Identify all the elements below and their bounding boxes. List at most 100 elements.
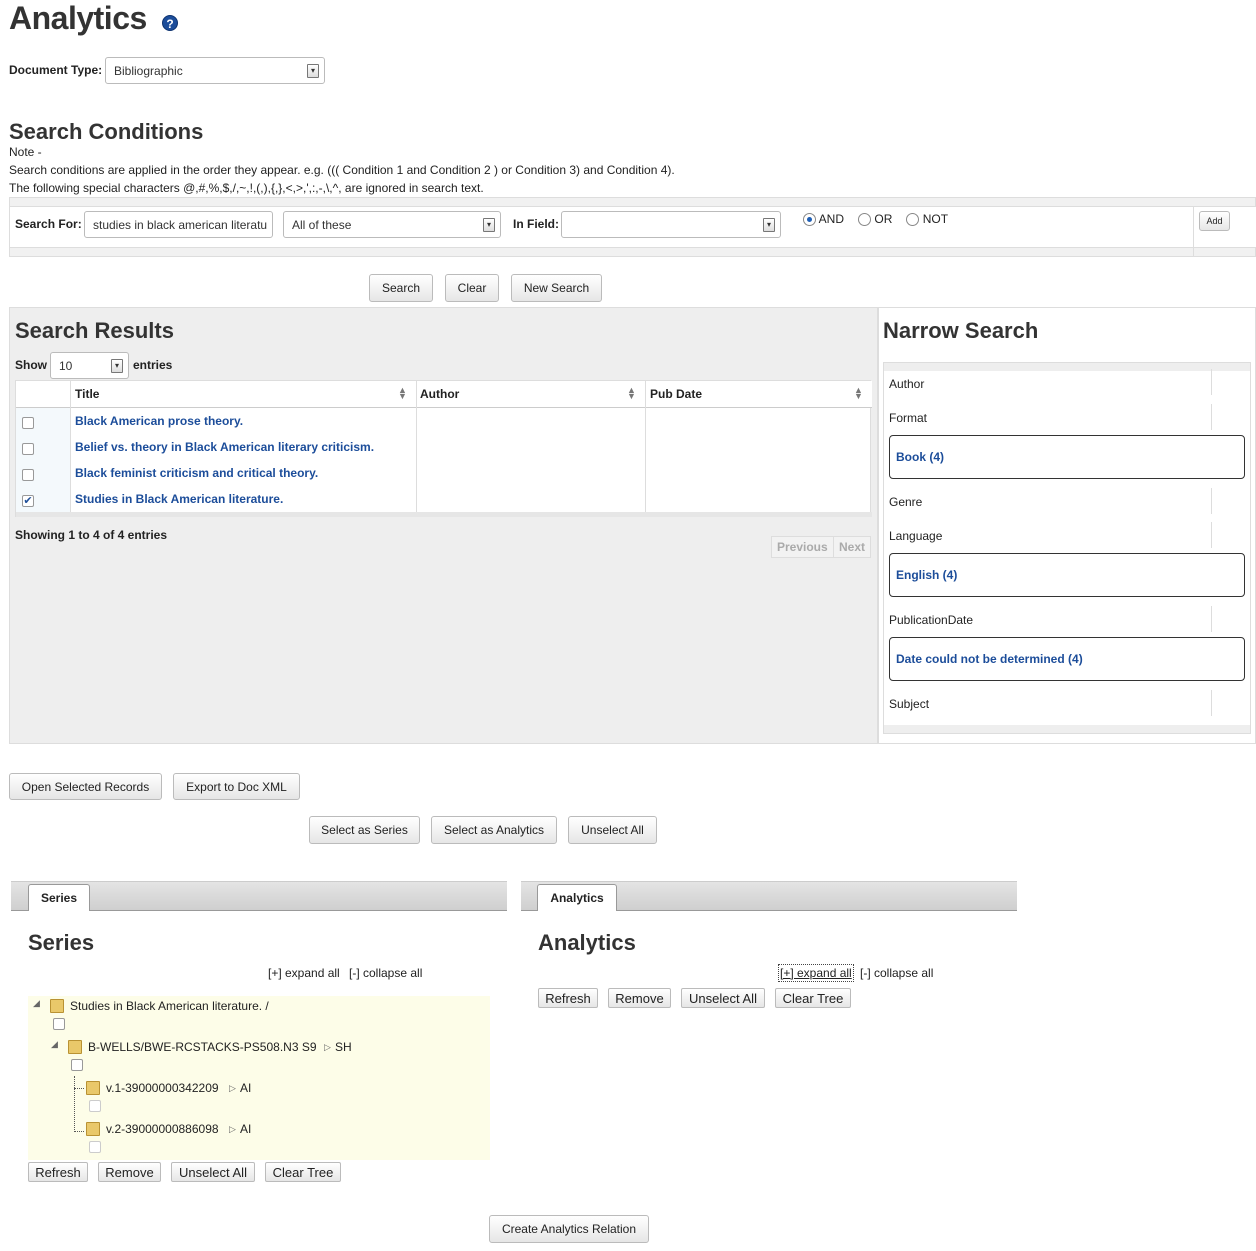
facet-format-book[interactable]: Book (4) (889, 435, 1245, 479)
chevron-down-icon: ▾ (483, 217, 495, 232)
analytics-remove-button[interactable]: Remove (608, 988, 671, 1008)
operator-or[interactable]: OR (858, 212, 892, 227)
radio-not[interactable] (906, 213, 920, 227)
row-checkbox-checked[interactable]: ✔ (22, 495, 34, 507)
sort-icon[interactable]: ▲ ▼ (854, 386, 863, 401)
chevron-down-icon: ▾ (763, 217, 775, 232)
operator-not[interactable]: NOT (906, 212, 948, 227)
tree-checkbox[interactable] (89, 1141, 101, 1153)
facet-subject[interactable]: Subject (889, 697, 929, 711)
unselect-all-button[interactable]: Unselect All (568, 816, 657, 844)
analytics-refresh-button[interactable]: Refresh (538, 988, 598, 1008)
series-heading: Series (28, 930, 95, 955)
divider (416, 381, 417, 512)
series-clear-tree-button[interactable]: Clear Tree (265, 1162, 341, 1182)
facet-publication-date[interactable]: PublicationDate (889, 613, 973, 627)
result-title-link[interactable]: Studies in Black American literature. (75, 492, 283, 506)
new-search-button[interactable]: New Search (511, 274, 602, 302)
document-type-label: Document Type: (9, 63, 103, 77)
analytics-clear-tree-button[interactable]: Clear Tree (775, 988, 851, 1008)
series-collapse-all[interactable]: [-] collapse all (349, 966, 422, 980)
divider (1193, 206, 1194, 256)
triangle-right-icon: ▷ (324, 1042, 331, 1052)
in-field-select[interactable]: ▾ (561, 211, 781, 238)
page-title: Analytics (9, 0, 147, 36)
previous-button[interactable]: Previous (777, 540, 828, 554)
create-analytics-relation-button[interactable]: Create Analytics Relation (489, 1215, 649, 1243)
triangle-right-icon: ▷ (229, 1083, 236, 1093)
search-conditions-heading: Search Conditions (9, 119, 204, 144)
radio-and[interactable] (803, 213, 816, 227)
operator-and-label: AND (818, 212, 845, 226)
series-remove-button[interactable]: Remove (98, 1162, 161, 1182)
page-size-select[interactable]: 10 ▾ (50, 352, 129, 379)
chevron-down-icon: ▾ (111, 358, 123, 373)
result-title-link[interactable]: Black American prose theory. (75, 414, 243, 428)
divider (1211, 522, 1212, 548)
page-size-value: 10 (59, 358, 73, 373)
divider (1211, 606, 1212, 632)
facet-language[interactable]: Language (889, 529, 942, 543)
series-refresh-button[interactable]: Refresh (28, 1162, 88, 1182)
facet-language-english[interactable]: English (4) (889, 553, 1245, 597)
divider (1211, 369, 1212, 395)
radio-or[interactable] (858, 213, 872, 227)
narrow-search-heading: Narrow Search (883, 318, 1039, 343)
export-doc-xml-button[interactable]: Export to Doc XML (173, 773, 300, 800)
folder-icon (86, 1122, 100, 1136)
next-button[interactable]: Next (839, 540, 865, 554)
tree-root-label[interactable]: Studies in Black American literature. / (70, 999, 269, 1013)
sort-icon[interactable]: ▲ ▼ (398, 386, 407, 401)
tab-analytics[interactable]: Analytics (537, 884, 617, 911)
sort-icon[interactable]: ▲ ▼ (627, 386, 636, 401)
tree-checkbox[interactable] (71, 1059, 83, 1071)
document-type-select[interactable]: Bibliographic ▾ (105, 57, 325, 84)
row-checkbox[interactable] (22, 443, 34, 455)
tree-leaf-label[interactable]: v.2-39000000886098 (106, 1122, 219, 1136)
select-as-series-button[interactable]: Select as Series (309, 816, 420, 844)
series-unselect-all-button[interactable]: Unselect All (171, 1162, 255, 1182)
result-title-link[interactable]: Belief vs. theory in Black American lite… (75, 440, 374, 454)
tree-expander-icon[interactable]: ◢ (51, 1039, 58, 1050)
tree-checkbox[interactable] (53, 1018, 65, 1030)
search-for-input[interactable]: studies in black american literatu (84, 211, 273, 238)
facet-format[interactable]: Format (889, 411, 927, 425)
operator-and[interactable]: AND (803, 212, 845, 227)
facet-author[interactable]: Author (889, 377, 924, 391)
column-pub-date[interactable]: Pub Date (650, 387, 702, 401)
result-title-link[interactable]: Black feminist criticism and critical th… (75, 466, 318, 480)
row-checkbox[interactable] (22, 469, 34, 481)
row-checkbox[interactable] (22, 417, 34, 429)
divider (1211, 488, 1212, 514)
table-footer-bar (16, 512, 872, 517)
series-expand-all[interactable]: [+] expand all (268, 966, 340, 980)
tree-expander-icon[interactable]: ◢ (33, 998, 40, 1009)
tab-series[interactable]: Series (28, 884, 90, 911)
select-as-analytics-button[interactable]: Select as Analytics (431, 816, 557, 844)
analytics-collapse-all[interactable]: [-] collapse all (860, 966, 933, 980)
tree-checkbox[interactable] (89, 1100, 101, 1112)
facet-pubdate-undetermined[interactable]: Date could not be determined (4) (889, 637, 1245, 681)
document-type-value: Bibliographic (114, 63, 183, 78)
open-selected-records-button[interactable]: Open Selected Records (9, 773, 162, 800)
analytics-unselect-all-button[interactable]: Unselect All (681, 988, 765, 1008)
help-icon[interactable]: ? (162, 15, 178, 31)
clear-button[interactable]: Clear (445, 274, 499, 302)
analytics-expand-all[interactable]: [+] expand all (778, 964, 854, 982)
tree-child-tag: SH (335, 1040, 352, 1054)
add-condition-button[interactable]: Add (1199, 211, 1230, 231)
divider (645, 381, 646, 512)
tree-line (74, 1076, 75, 1132)
match-type-select[interactable]: All of these ▾ (283, 211, 501, 238)
column-title[interactable]: Title (75, 387, 99, 401)
tree-leaf-label[interactable]: v.1-39000000342209 (106, 1081, 219, 1095)
match-type-value: All of these (292, 217, 352, 232)
tree-child-label[interactable]: B-WELLS/BWE-RCSTACKS-PS508.N3 S9 (88, 1040, 317, 1054)
search-button[interactable]: Search (369, 274, 433, 302)
divider (1211, 404, 1212, 430)
column-author[interactable]: Author (420, 387, 459, 401)
facet-genre[interactable]: Genre (889, 495, 922, 509)
search-for-value: studies in black american literatu (93, 217, 268, 232)
divider (70, 381, 71, 512)
divider (1211, 690, 1212, 716)
